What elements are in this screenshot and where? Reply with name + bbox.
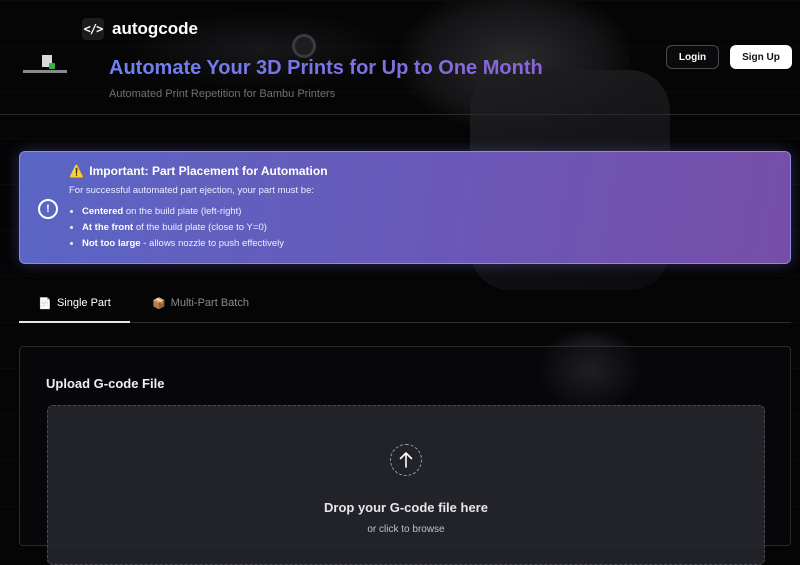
tab-label: Multi-Part Batch <box>170 297 249 309</box>
warning-icon: ⚠️ <box>69 164 84 178</box>
signup-button[interactable]: Sign Up <box>730 45 792 69</box>
printer-logo-icon <box>23 55 67 75</box>
notice-title-text: Important: Part Placement for Automation <box>89 164 328 178</box>
requirement-text: - allows nozzle to push effectively <box>140 238 285 249</box>
package-icon: 📦 <box>152 297 166 310</box>
notice-requirements-list: Centered on the build plate (left-right)… <box>69 206 284 254</box>
list-item: At the front of the build plate (close t… <box>82 222 284 233</box>
site-header: </> autogcode Automate Your 3D Prints fo… <box>0 0 800 115</box>
requirement-bold: Centered <box>82 206 124 217</box>
requirement-bold: Not too large <box>82 238 141 249</box>
code-brackets-icon: </> <box>82 18 104 40</box>
notice-title: ⚠️ Important: Part Placement for Automat… <box>69 164 328 178</box>
requirement-text: of the build plate (close to Y=0) <box>133 222 267 233</box>
requirement-text: on the build plate (left-right) <box>123 206 242 217</box>
list-item: Centered on the build plate (left-right) <box>82 206 284 217</box>
dropzone-subtitle: or click to browse <box>367 524 445 535</box>
mode-tabs: 📄 Single Part 📦 Multi-Part Batch <box>19 285 791 323</box>
tab-single-part[interactable]: 📄 Single Part <box>19 285 130 323</box>
placement-notice: ! ⚠️ Important: Part Placement for Autom… <box>19 151 791 264</box>
exclamation-circle-icon: ! <box>38 199 58 219</box>
upload-title: Upload G-code File <box>46 376 165 391</box>
upload-arrow-icon <box>390 444 422 476</box>
requirement-bold: At the front <box>82 222 134 233</box>
page-title: Automate Your 3D Prints for Up to One Mo… <box>109 57 543 79</box>
page-subtitle: Automated Print Repetition for Bambu Pri… <box>109 88 336 100</box>
tab-multi-part-batch[interactable]: 📦 Multi-Part Batch <box>150 285 251 321</box>
brand[interactable]: </> autogcode <box>82 18 198 40</box>
brand-name: autogcode <box>112 19 198 38</box>
list-item: Not too large - allows nozzle to push ef… <box>82 238 284 249</box>
login-button[interactable]: Login <box>666 45 719 69</box>
document-icon: 📄 <box>38 297 52 310</box>
dropzone-title: Drop your G-code file here <box>324 500 488 515</box>
notice-intro: For successful automated part ejection, … <box>69 185 315 196</box>
tab-label: Single Part <box>56 297 111 309</box>
gcode-dropzone[interactable]: Drop your G-code file here or click to b… <box>47 405 765 565</box>
upload-panel: Upload G-code File Drop your G-code file… <box>19 346 791 565</box>
